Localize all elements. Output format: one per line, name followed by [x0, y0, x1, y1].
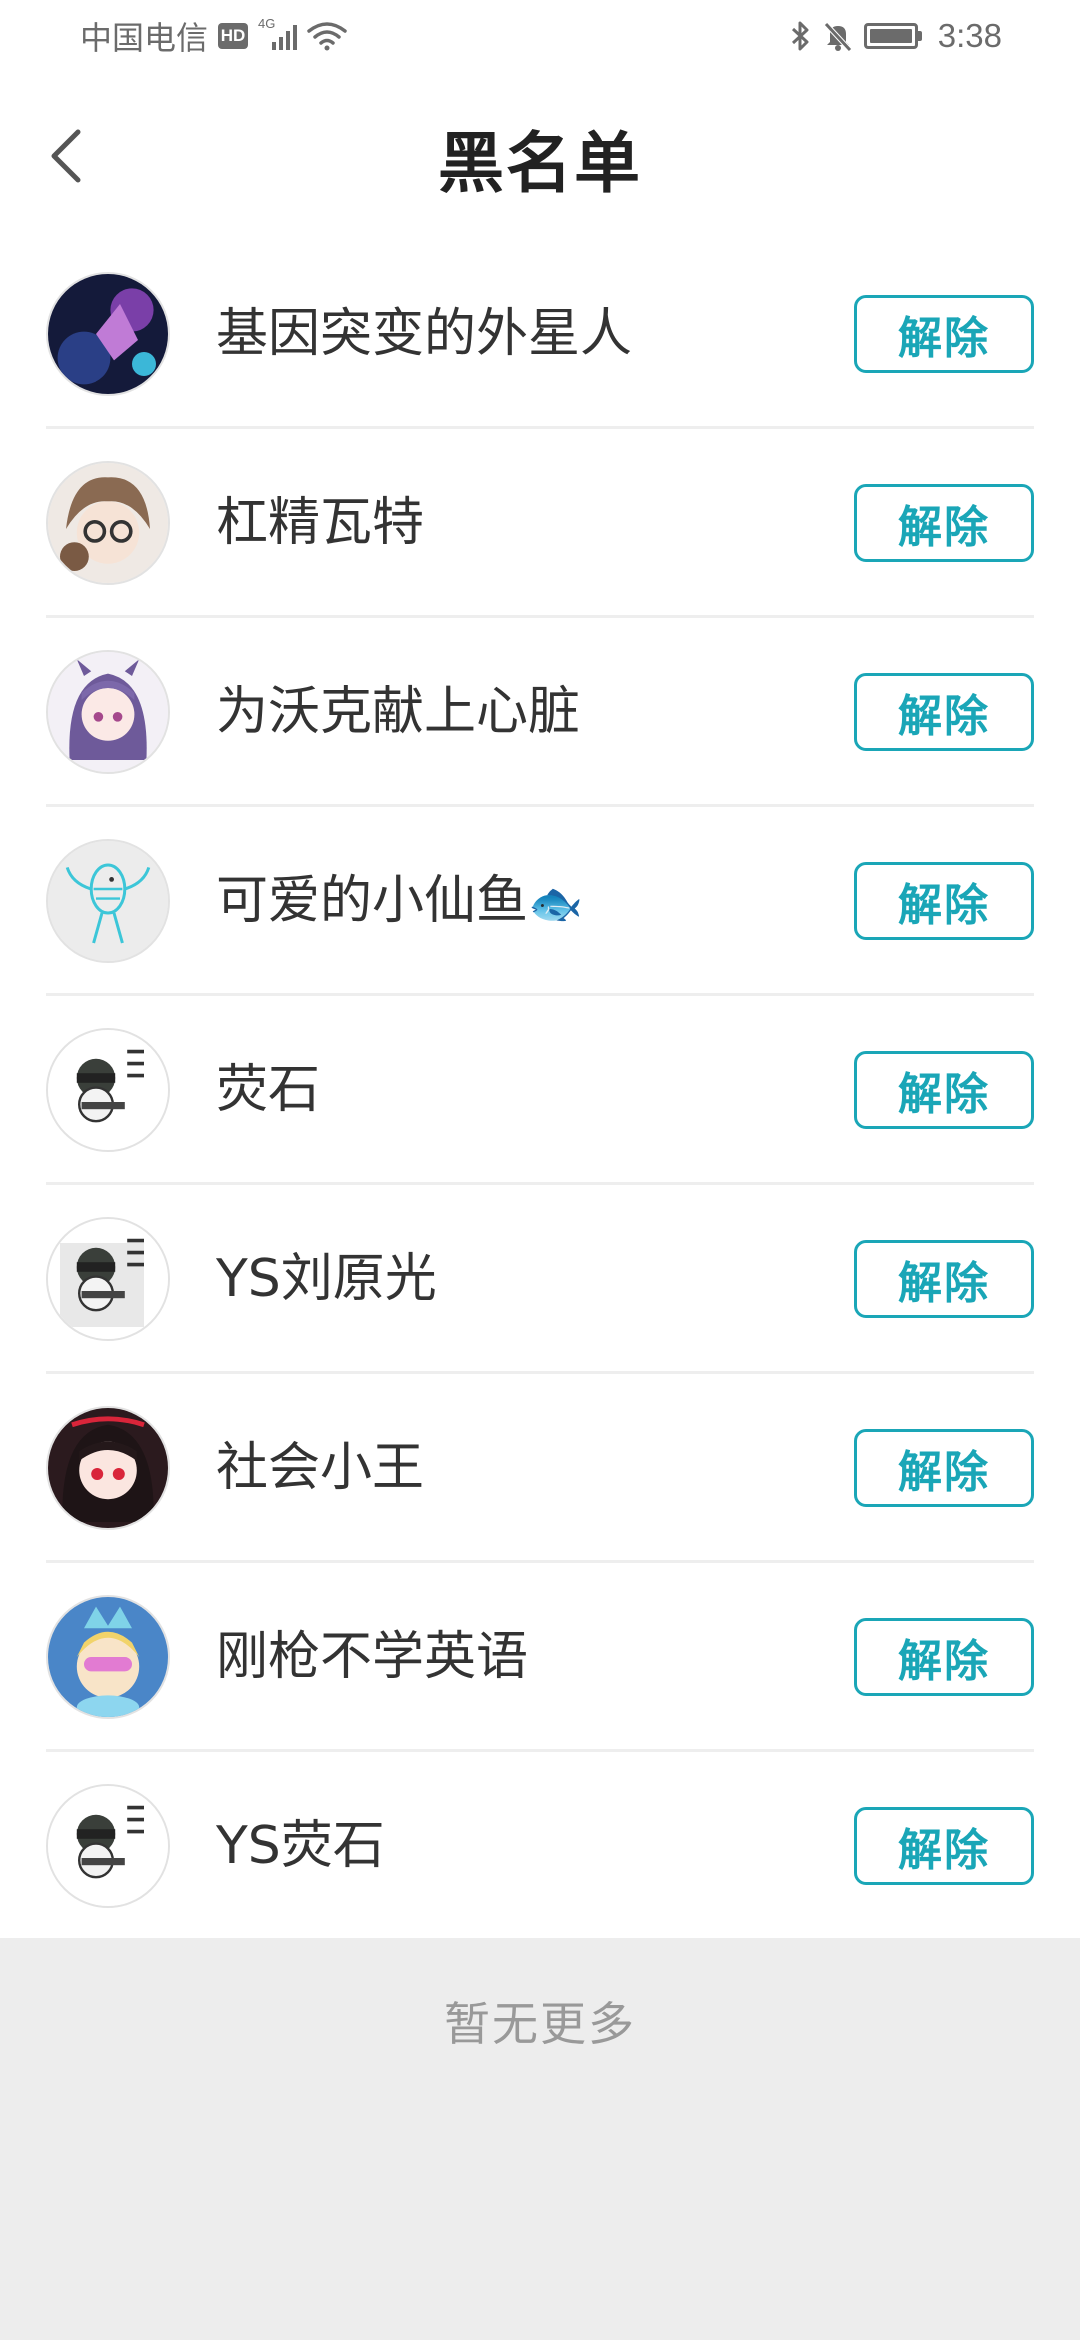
unblock-button[interactable]: 解除 — [854, 1618, 1034, 1696]
user-name: 荧石 — [216, 1060, 321, 1120]
signal-bars — [272, 25, 298, 50]
header: 黑名单 — [0, 72, 1080, 240]
network-type-label: 4G — [258, 16, 276, 31]
user-name: YS荧石 — [216, 1816, 385, 1876]
list-item: 为沃克献上心脏 解除 — [0, 618, 1080, 807]
signal-icon: 4G — [258, 16, 298, 50]
user-name: 杠精瓦特 — [216, 493, 425, 553]
user-name: 为沃克献上心脏 — [216, 682, 581, 742]
avatar[interactable] — [46, 650, 170, 774]
avatar[interactable] — [46, 1784, 170, 1908]
unblock-button[interactable]: 解除 — [854, 1240, 1034, 1318]
user-name: YS刘原光 — [216, 1249, 437, 1309]
avatar[interactable] — [46, 1406, 170, 1530]
list-item: 基因突变的外星人 解除 — [0, 240, 1080, 429]
unblock-button[interactable]: 解除 — [854, 295, 1034, 373]
list-item: YS刘原光 解除 — [0, 1185, 1080, 1374]
blocked-user-list: 基因突变的外星人 解除 杠精瓦特 解除 为沃克献上心脏 解除 可爱的小仙鱼🐟 解… — [0, 240, 1080, 1941]
user-name: 可爱的小仙鱼🐟 — [216, 807, 583, 996]
list-item: YS荧石 解除 — [0, 1752, 1080, 1941]
avatar[interactable] — [46, 1028, 170, 1152]
avatar[interactable] — [46, 1595, 170, 1719]
hd-badge: HD — [218, 23, 249, 49]
list-item: 杠精瓦特 解除 — [0, 429, 1080, 618]
no-more-label: 暂无更多 — [444, 1997, 636, 2051]
wifi-icon — [307, 22, 347, 51]
bluetooth-icon — [791, 21, 809, 51]
user-name-text: 可爱的小仙鱼 — [216, 871, 529, 931]
status-right: 3:38 — [790, 17, 1002, 55]
list-item: 刚枪不学英语 解除 — [0, 1563, 1080, 1752]
blacklist-page: 中国电信 HD 4G 3:38 黑名单 基因突变的外星人 解除 杠精瓦特 解除 … — [0, 0, 1080, 2340]
list-item: 荧石 解除 — [0, 996, 1080, 1185]
unblock-button[interactable]: 解除 — [854, 673, 1034, 751]
battery-icon — [863, 23, 922, 49]
user-name: 刚枪不学英语 — [216, 1627, 529, 1687]
list-item: 可爱的小仙鱼🐟 解除 — [0, 807, 1080, 996]
avatar[interactable] — [46, 1217, 170, 1341]
page-title: 黑名单 — [438, 125, 642, 202]
mute-bell-icon — [823, 22, 852, 52]
avatar[interactable] — [46, 272, 170, 396]
fish-icon: 🐟 — [528, 878, 583, 930]
unblock-button[interactable]: 解除 — [854, 1051, 1034, 1129]
list-item: 社会小王 解除 — [0, 1374, 1080, 1563]
user-name: 社会小王 — [216, 1438, 425, 1498]
unblock-button[interactable]: 解除 — [854, 1807, 1034, 1885]
unblock-button[interactable]: 解除 — [854, 862, 1034, 940]
status-bar: 中国电信 HD 4G 3:38 — [0, 0, 1080, 72]
unblock-button[interactable]: 解除 — [854, 484, 1034, 562]
status-left: 中国电信 HD 4G — [80, 13, 347, 59]
list-footer: 暂无更多 — [0, 1938, 1080, 2340]
unblock-button[interactable]: 解除 — [854, 1429, 1034, 1507]
clock: 3:38 — [937, 17, 1002, 54]
avatar[interactable] — [46, 839, 170, 963]
avatar[interactable] — [46, 461, 170, 585]
carrier-label: 中国电信 — [80, 19, 209, 57]
user-name: 基因突变的外星人 — [216, 304, 633, 364]
